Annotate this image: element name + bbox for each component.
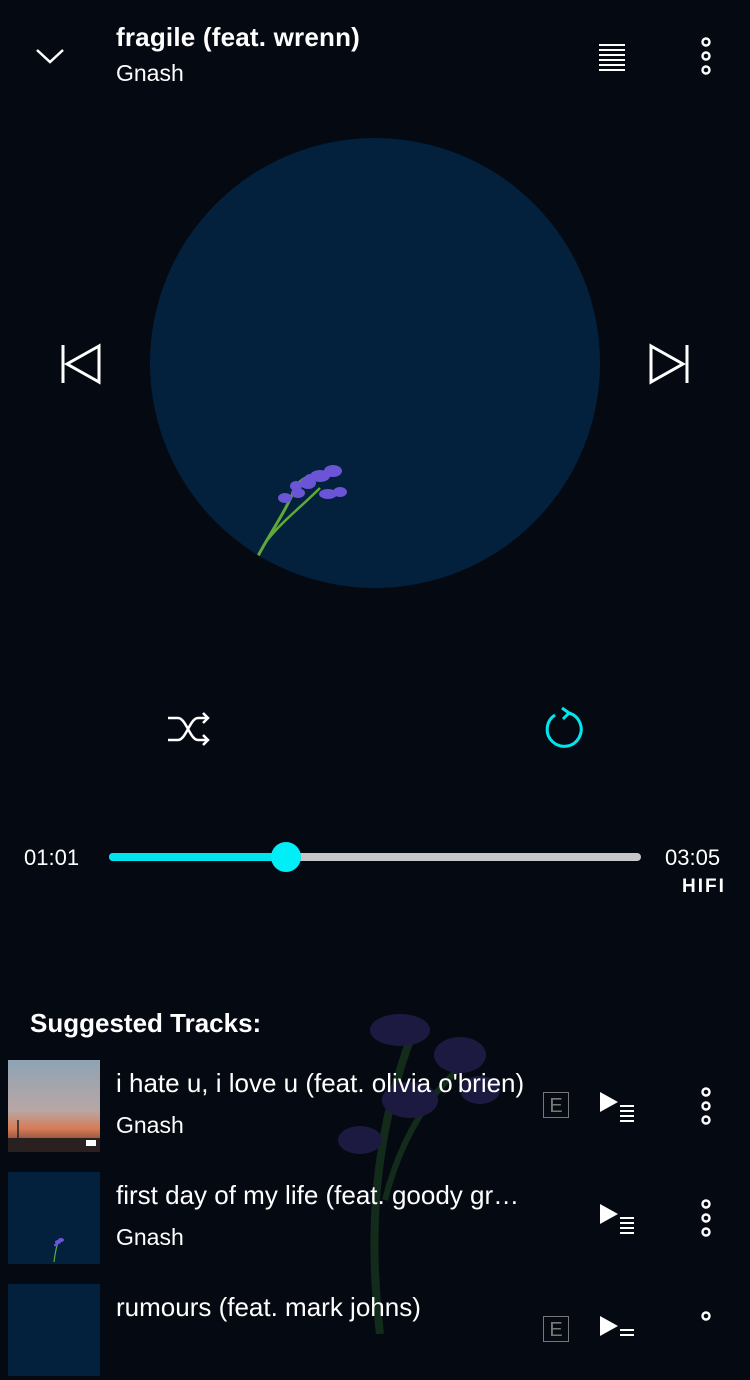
total-duration: 03:05	[665, 845, 721, 870]
track-artist[interactable]: Gnash	[116, 60, 184, 87]
queue-list-icon	[599, 44, 625, 71]
quality-badge: HIFI	[682, 876, 726, 897]
elapsed-time: 01:01	[24, 845, 80, 870]
progress-thumb[interactable]	[271, 842, 301, 872]
chevron-down-icon	[36, 49, 64, 64]
track-thumbnail	[8, 1060, 100, 1152]
add-to-queue-button[interactable]	[598, 1200, 638, 1236]
suggested-track-title: rumours (feat. mark johns)	[116, 1292, 421, 1322]
track-thumbnail	[8, 1284, 100, 1376]
previous-track-button[interactable]	[56, 340, 104, 388]
play-next-icon	[600, 1092, 634, 1122]
more-vertical-icon	[701, 1199, 711, 1237]
track-more-button[interactable]	[694, 1196, 718, 1240]
suggested-track-title: first day of my life (feat. goody grace)	[116, 1180, 526, 1210]
suggested-track-artist: Gnash	[116, 1112, 184, 1138]
next-track-button[interactable]	[646, 340, 694, 388]
explicit-badge: E	[543, 1092, 569, 1118]
skip-next-icon	[649, 343, 689, 385]
explicit-badge: E	[543, 1316, 569, 1342]
add-to-queue-button[interactable]	[598, 1088, 638, 1124]
suggested-tracks-heading: Suggested Tracks:	[30, 1008, 262, 1038]
more-vertical-icon	[701, 1087, 711, 1125]
repeat-icon	[545, 706, 583, 748]
suggested-track-artist: Gnash	[116, 1224, 184, 1250]
more-vertical-icon	[701, 1311, 711, 1321]
queue-button[interactable]	[594, 38, 630, 74]
collapse-button[interactable]	[30, 36, 70, 76]
skip-previous-icon	[61, 343, 101, 385]
lavender-flower-art	[256, 465, 347, 557]
shuffle-icon	[168, 712, 210, 746]
add-to-queue-button[interactable]	[598, 1312, 638, 1348]
album-artwork	[150, 138, 600, 588]
more-vertical-icon	[701, 37, 711, 75]
suggested-track-row[interactable]: rumours (feat. mark johns) E	[0, 1284, 750, 1380]
lavender-cover-art	[53, 1238, 64, 1263]
suggested-track-title: i hate u, i love u (feat. olivia o'brien…	[116, 1068, 525, 1098]
repeat-button[interactable]	[540, 704, 588, 752]
play-next-icon	[600, 1316, 634, 1336]
suggested-track-row[interactable]: i hate u, i love u (feat. olivia o'brien…	[0, 1060, 750, 1156]
track-thumbnail	[8, 1172, 100, 1264]
track-more-button[interactable]	[694, 1084, 718, 1128]
shuffle-button[interactable]	[164, 706, 214, 752]
progress-fill	[109, 853, 286, 861]
sunset-cover-art	[8, 1060, 100, 1152]
track-more-button[interactable]	[694, 1308, 718, 1352]
suggested-track-row[interactable]: first day of my life (feat. goody grace)…	[0, 1172, 750, 1268]
play-next-icon	[600, 1204, 634, 1234]
more-options-button[interactable]	[694, 34, 718, 78]
track-title: fragile (feat. wrenn)	[116, 22, 361, 52]
